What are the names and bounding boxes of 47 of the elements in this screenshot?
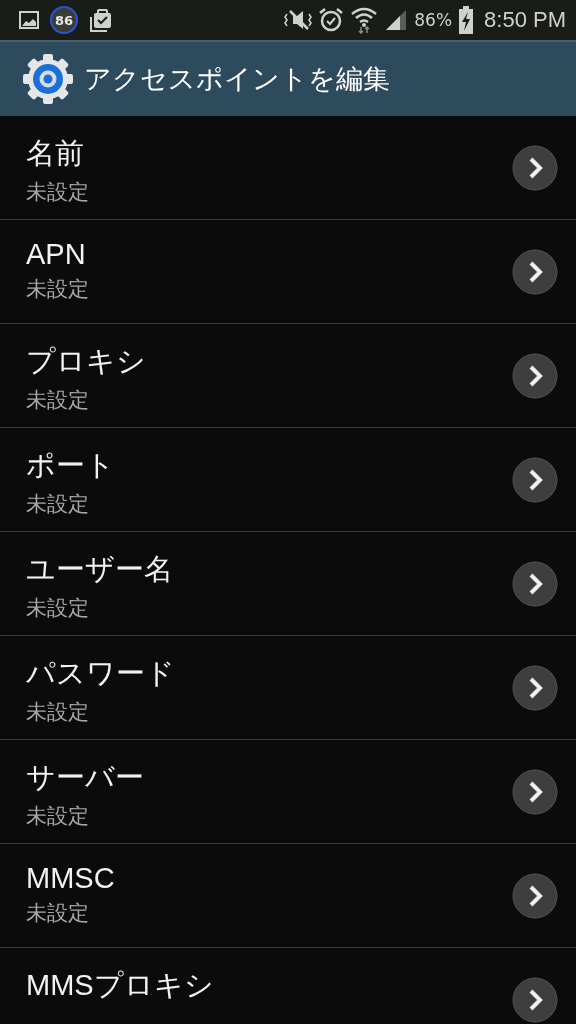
item-title: MMSC — [26, 862, 115, 895]
battery-percent: 86% — [414, 10, 453, 30]
chevron-right-icon — [512, 664, 558, 711]
clock-time: 8:50 PM — [484, 7, 566, 33]
item-value: 未設定 — [26, 491, 90, 518]
item-title: サーバー — [26, 760, 144, 795]
item-title: パスワード — [26, 656, 175, 691]
notification-count-badge: 86 — [50, 6, 78, 34]
signal-icon — [384, 8, 409, 32]
item-title: 名前 — [26, 136, 85, 171]
settings-list-item[interactable]: ポート 未設定 — [0, 428, 576, 532]
item-value: 未設定 — [26, 595, 90, 622]
clipboard-check-icon — [88, 7, 114, 33]
settings-list-item[interactable]: 名前 未設定 — [0, 116, 576, 220]
alarm-icon — [318, 7, 345, 33]
settings-icon — [22, 53, 74, 105]
chevron-right-icon — [512, 872, 558, 919]
wifi-icon — [350, 6, 379, 34]
item-title: ポート — [26, 448, 115, 483]
settings-list-item[interactable]: サーバー 未設定 — [0, 740, 576, 844]
settings-list-item[interactable]: プロキシ 未設定 — [0, 324, 576, 428]
battery-charging-icon — [458, 6, 475, 34]
settings-list-item[interactable]: MMSC 未設定 — [0, 844, 576, 948]
item-value: 未設定 — [26, 179, 89, 206]
chevron-right-icon — [512, 976, 558, 1023]
item-title: プロキシ — [26, 344, 146, 379]
chevron-right-icon — [512, 352, 558, 399]
item-value: 未設定 — [26, 276, 89, 303]
item-value: 未設定 — [26, 900, 90, 927]
chevron-right-icon — [512, 248, 558, 295]
chevron-right-icon — [512, 768, 558, 815]
mute-vibrate-icon — [284, 8, 313, 32]
item-title: ユーザー名 — [26, 552, 173, 587]
settings-list-item[interactable]: パスワード 未設定 — [0, 636, 576, 740]
item-title: APN — [26, 238, 87, 271]
screen-title: アクセスポイントを編集 — [84, 62, 390, 96]
item-value: 未設定 — [26, 699, 90, 726]
picture-icon — [18, 9, 40, 31]
item-value: 未設定 — [26, 803, 90, 830]
settings-list-item[interactable]: ユーザー名 未設定 — [0, 532, 576, 636]
settings-list-item[interactable]: MMSプロキシ — [0, 948, 576, 1024]
item-value: 未設定 — [26, 387, 90, 414]
chevron-right-icon — [512, 144, 558, 191]
chevron-right-icon — [512, 560, 558, 607]
chevron-right-icon — [512, 456, 558, 503]
item-title: MMSプロキシ — [26, 968, 214, 1003]
settings-list-item[interactable]: APN 未設定 — [0, 220, 576, 324]
